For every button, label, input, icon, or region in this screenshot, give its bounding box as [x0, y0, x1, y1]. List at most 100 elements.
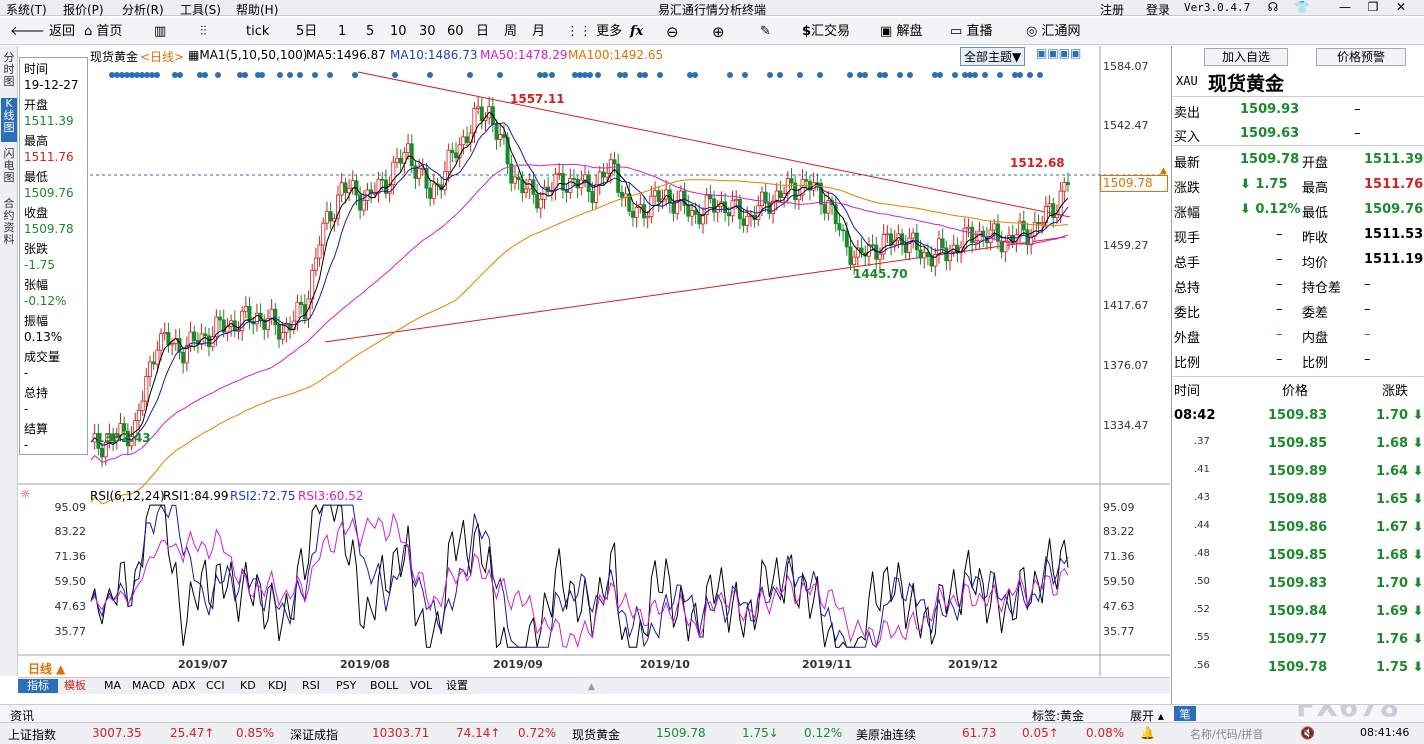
tab-adx[interactable]: ADX: [172, 679, 196, 693]
date-tick: 2019/12: [948, 658, 998, 671]
candle-body: [616, 163, 621, 193]
tab-boll[interactable]: BOLL: [370, 679, 398, 693]
sell-label: 卖出: [1174, 106, 1201, 121]
tick-chg: 1.76 ⬇: [1376, 632, 1424, 647]
row-label: 内盘: [1302, 331, 1329, 346]
row-value: –: [1276, 252, 1283, 267]
ticker-name[interactable]: 深证成指: [290, 726, 338, 743]
ticker-pct: 0.12%: [804, 726, 843, 740]
tab-psy[interactable]: PSY: [336, 679, 356, 693]
pen-badge[interactable]: 笔: [1174, 706, 1196, 721]
market-ticker: 上证指数 3007.35 25.47↑ 0.85% 深证成指 10303.71 …: [0, 722, 1424, 744]
news-bar: 资讯 标签:黄金 展开 ▴ 笔: [0, 704, 1424, 723]
tab-ma[interactable]: MA: [104, 679, 121, 693]
candle-body: [512, 176, 517, 184]
tab-kdj[interactable]: KDJ: [268, 679, 287, 693]
tab-kd[interactable]: KD: [240, 679, 256, 693]
candle-body: [479, 106, 484, 121]
candle-body: [903, 244, 908, 253]
tab-cci[interactable]: CCI: [206, 679, 225, 693]
tick-time: .56: [1194, 660, 1210, 671]
candle-body: [940, 238, 945, 249]
candle-body: [317, 244, 322, 259]
tick-time: .55: [1194, 632, 1210, 643]
tick-price: 1509.83: [1268, 576, 1328, 591]
tick-price: 1509.84: [1268, 604, 1328, 619]
candle-body: [911, 232, 916, 239]
ticker-name[interactable]: 上证指数: [8, 726, 56, 743]
candle-body: [759, 191, 764, 207]
ticker-price: 3007.35: [92, 726, 142, 740]
tab-vol[interactable]: VOL: [410, 679, 432, 693]
candle-body: [995, 223, 1000, 242]
candle-body: [350, 180, 355, 189]
candle-body: [136, 410, 141, 421]
event-dot: [862, 72, 868, 78]
event-dot: [277, 72, 283, 78]
ma10-line: [90, 122, 1069, 446]
candle-body: [973, 240, 978, 243]
collapse-up-icon[interactable]: ▲: [588, 682, 595, 692]
candle-body: [428, 187, 433, 199]
candle-body: [966, 226, 971, 229]
row-value: –: [1364, 327, 1371, 342]
candle-body: [203, 333, 208, 337]
tab-macd[interactable]: MACD: [132, 679, 165, 693]
event-dots: [109, 72, 1043, 78]
tick-chg: 1.68 ⬇: [1376, 436, 1424, 451]
indicator-tabs: 指标 模板 MA MACD ADX CCI KD KDJ RSI PSY BOL…: [18, 677, 1170, 694]
candle-body: [656, 190, 661, 202]
candle-body: [450, 149, 455, 154]
candle-body: [619, 192, 624, 198]
candle-body: [395, 157, 400, 163]
add-favorite-button[interactable]: 加入自选: [1204, 48, 1288, 66]
candle-body: [977, 230, 982, 242]
event-dot: [847, 72, 853, 78]
ticker-name[interactable]: 现货黄金: [572, 726, 620, 743]
price-alert-button[interactable]: 价格预警: [1316, 48, 1406, 66]
candle-body: [324, 211, 329, 224]
period-selector[interactable]: 日线 ▲: [28, 660, 65, 677]
bell-icon[interactable]: 🔔: [1140, 726, 1155, 740]
event-dot: [657, 72, 663, 78]
tick-chg: 1.68 ⬇: [1376, 548, 1424, 563]
candle-body: [243, 306, 248, 312]
candle-body: [302, 304, 307, 320]
tab-rsi[interactable]: RSI: [302, 679, 320, 693]
event-dot: [742, 72, 748, 78]
row-value: –: [1276, 227, 1283, 242]
candle-body: [358, 194, 363, 211]
y-tick: 1376.07: [1103, 359, 1149, 372]
search-input[interactable]: 名称/代码/拼音: [1190, 726, 1263, 742]
row-value: –: [1364, 302, 1371, 317]
up-arrow-icon: ▲: [1160, 166, 1167, 176]
candle-body: [273, 308, 278, 326]
sun-icon[interactable]: ☼: [20, 487, 31, 501]
candle-body: [741, 218, 746, 226]
tick-time: 08:42: [1174, 408, 1216, 423]
ticker-name[interactable]: 美原油连续: [856, 726, 916, 743]
row-value: 1509.76: [1364, 202, 1424, 217]
sell-price: 1509.93: [1240, 102, 1300, 117]
candle-body: [653, 190, 658, 197]
candle-body: [925, 252, 930, 257]
tab-template[interactable]: 模板: [64, 679, 86, 693]
candle-body: [501, 134, 506, 138]
event-dot: [242, 72, 248, 78]
row-value: 1511.19: [1364, 252, 1424, 267]
candle-body: [151, 361, 156, 365]
event-dot: [297, 72, 303, 78]
candle-body: [321, 222, 326, 246]
candle-body: [520, 179, 525, 194]
candle-body: [1054, 214, 1059, 219]
tab-indicator[interactable]: 指标: [18, 679, 58, 693]
candle-body: [583, 174, 588, 181]
ticker-price: 10303.71: [372, 726, 430, 740]
tab-settings[interactable]: 设置: [446, 679, 468, 693]
tick-chg: 1.75 ⬇: [1376, 660, 1424, 675]
mute-icon[interactable]: 🔇: [1300, 726, 1315, 740]
row-value: 1511.76: [1364, 177, 1424, 192]
event-dot: [972, 72, 978, 78]
row-label: 总持: [1174, 281, 1201, 296]
row-label: 涨跌: [1174, 181, 1201, 196]
